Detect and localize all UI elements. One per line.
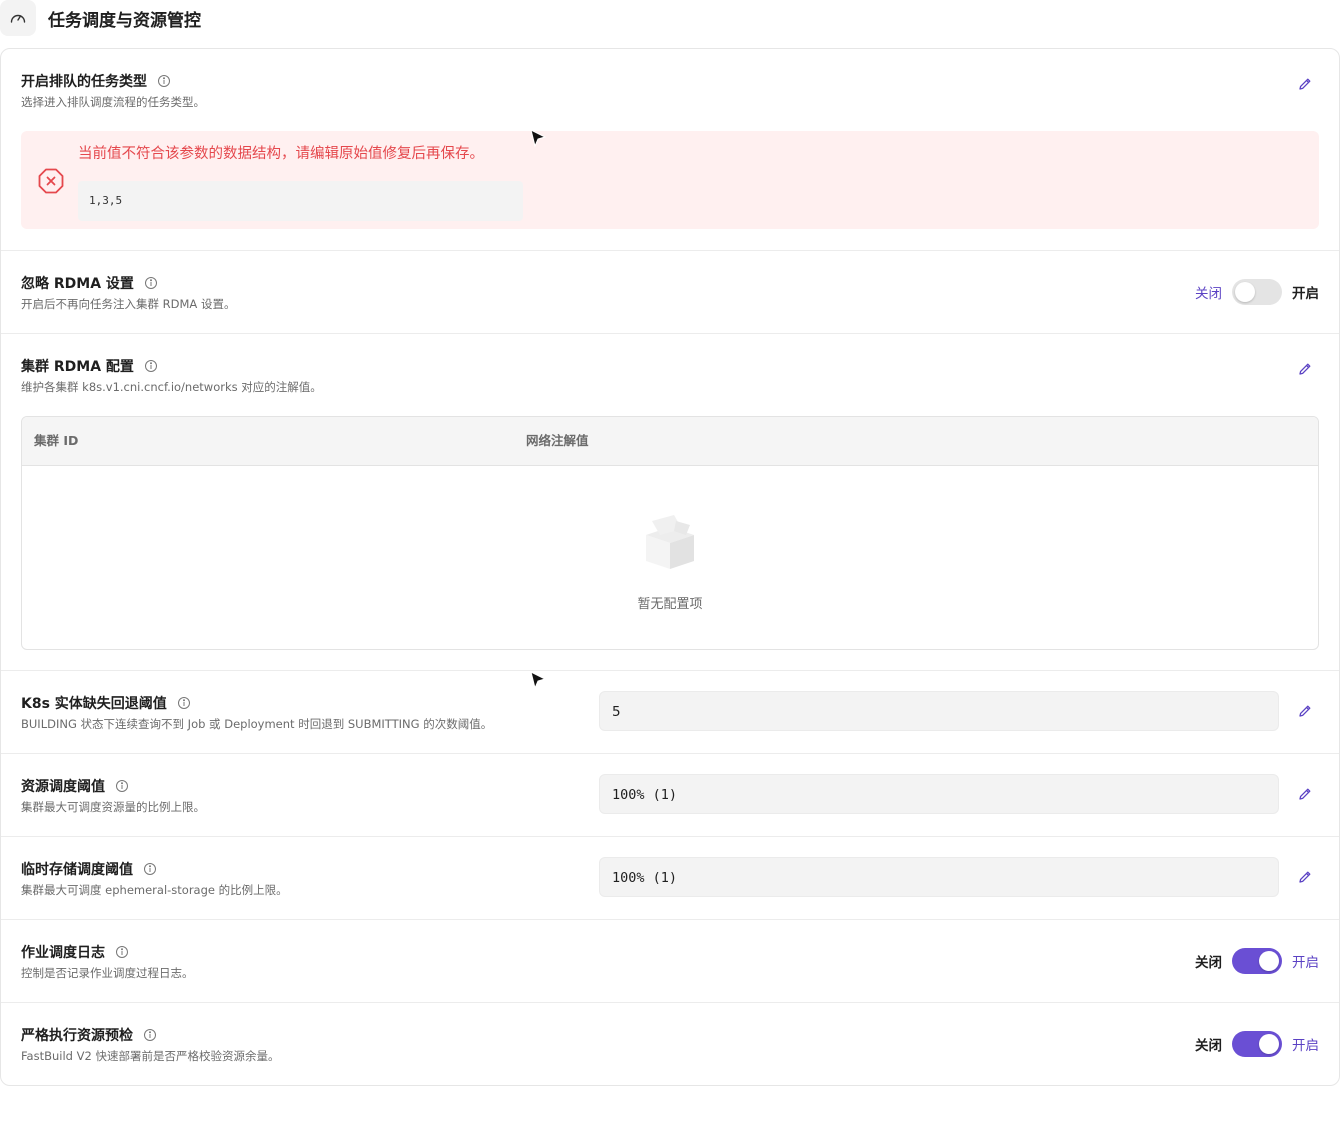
setting-title-text: 作业调度日志: [21, 945, 105, 961]
strict-precheck-switch[interactable]: [1232, 1031, 1282, 1057]
setting-description: FastBuild V2 快速部署前是否严格校验资源余量。: [21, 1049, 280, 1063]
setting-title: 严格执行资源预检: [21, 1025, 157, 1045]
ephemeral-threshold-value: 100% (1): [599, 857, 1279, 897]
settings-card: 开启排队的任务类型 选择进入排队调度流程的任务类型。 当前值不符合该参数的数据结…: [0, 48, 1340, 1086]
page-header: 任务调度与资源管控: [0, 0, 1340, 36]
setting-ignore-rdma: 忽略 RDMA 设置 开启后不再向任务注入集群 RDMA 设置。 关闭 开启: [1, 251, 1339, 334]
info-icon[interactable]: [143, 1028, 157, 1042]
job-log-switch[interactable]: [1232, 948, 1282, 974]
setting-description: 集群最大可调度 ephemeral-storage 的比例上限。: [21, 883, 288, 897]
setting-k8s-fallback: K8s 实体缺失回退阈值 BUILDING 状态下连续查询不到 Job 或 De…: [1, 671, 1339, 754]
switch-knob: [1259, 1034, 1279, 1054]
error-octagon-icon: [37, 167, 65, 199]
mouse-cursor-icon: [528, 670, 548, 690]
toggle-on-label[interactable]: 开启: [1292, 282, 1319, 302]
toggle-off-label[interactable]: 关闭: [1195, 282, 1222, 302]
setting-title: 集群 RDMA 配置: [21, 356, 158, 376]
info-icon[interactable]: [143, 862, 157, 876]
error-alert: 当前值不符合该参数的数据结构，请编辑原始值修复后再保存。 1,3,5: [21, 131, 1319, 229]
setting-title: K8s 实体缺失回退阈值: [21, 693, 191, 713]
empty-state-text: 暂无配置项: [637, 597, 703, 612]
edit-pencil-icon[interactable]: [1294, 866, 1316, 888]
setting-queue-task-types: 开启排队的任务类型 选择进入排队调度流程的任务类型。 当前值不符合该参数的数据结…: [1, 49, 1339, 251]
strict-precheck-toggle-group: 关闭 开启: [1195, 1031, 1319, 1057]
edit-pencil-icon[interactable]: [1294, 700, 1316, 722]
info-icon[interactable]: [177, 696, 191, 710]
setting-ephemeral-threshold: 临时存储调度阈值 集群最大可调度 ephemeral-storage 的比例上限…: [1, 837, 1339, 920]
table-header: 集群 ID 网络注解值: [22, 417, 1318, 466]
setting-resource-threshold: 资源调度阈值 集群最大可调度资源量的比例上限。 100% (1): [1, 754, 1339, 837]
setting-title: 作业调度日志: [21, 942, 129, 962]
toggle-on-label[interactable]: 开启: [1292, 951, 1319, 971]
ignore-rdma-toggle-group: 关闭 开启: [1195, 279, 1319, 305]
setting-description: 选择进入排队调度流程的任务类型。: [21, 95, 205, 109]
setting-title-text: 忽略 RDMA 设置: [21, 276, 134, 292]
column-header-cluster-id: 集群 ID: [34, 433, 79, 448]
toggle-on-label[interactable]: 开启: [1292, 1034, 1319, 1054]
page-title: 任务调度与资源管控: [48, 11, 201, 31]
setting-description: 开启后不再向任务注入集群 RDMA 设置。: [21, 297, 236, 311]
mouse-cursor-icon: [528, 128, 548, 148]
setting-strict-precheck: 严格执行资源预检 FastBuild V2 快速部署前是否严格校验资源余量。 关…: [1, 1003, 1339, 1085]
setting-job-log: 作业调度日志 控制是否记录作业调度过程日志。 关闭 开启: [1, 920, 1339, 1003]
toggle-off-label[interactable]: 关闭: [1195, 1034, 1222, 1054]
empty-box-icon: [638, 509, 702, 577]
info-icon[interactable]: [115, 945, 129, 959]
edit-pencil-icon[interactable]: [1294, 358, 1316, 380]
resource-threshold-value: 100% (1): [599, 774, 1279, 814]
switch-knob: [1259, 951, 1279, 971]
setting-description: 集群最大可调度资源量的比例上限。: [21, 800, 205, 814]
info-icon[interactable]: [144, 276, 158, 290]
setting-title-text: 集群 RDMA 配置: [21, 359, 134, 375]
raw-value-display: 1,3,5: [78, 181, 523, 221]
info-icon[interactable]: [144, 359, 158, 373]
setting-title: 忽略 RDMA 设置: [21, 273, 158, 293]
empty-state: 暂无配置项: [22, 465, 1318, 649]
k8s-fallback-value: 5: [599, 691, 1279, 731]
setting-title: 开启排队的任务类型: [21, 71, 171, 91]
toggle-off-label[interactable]: 关闭: [1195, 951, 1222, 971]
gauge-icon: [0, 0, 36, 36]
error-message: 当前值不符合该参数的数据结构，请编辑原始值修复后再保存。: [78, 146, 484, 162]
setting-title-text: 资源调度阈值: [21, 779, 105, 795]
setting-title-text: 严格执行资源预检: [21, 1028, 133, 1044]
setting-cluster-rdma: 集群 RDMA 配置 维护各集群 k8s.v1.cni.cncf.io/netw…: [1, 334, 1339, 671]
info-icon[interactable]: [157, 74, 171, 88]
setting-title-text: 开启排队的任务类型: [21, 74, 147, 90]
setting-description: 控制是否记录作业调度过程日志。: [21, 966, 194, 980]
setting-title: 资源调度阈值: [21, 776, 129, 796]
edit-pencil-icon[interactable]: [1294, 783, 1316, 805]
rdma-config-table: 集群 ID 网络注解值 暂无配置项: [21, 416, 1319, 650]
setting-title-text: K8s 实体缺失回退阈值: [21, 696, 167, 712]
job-log-toggle-group: 关闭 开启: [1195, 948, 1319, 974]
ignore-rdma-switch[interactable]: [1232, 279, 1282, 305]
switch-knob: [1235, 282, 1255, 302]
setting-title-text: 临时存储调度阈值: [21, 862, 133, 878]
setting-title: 临时存储调度阈值: [21, 859, 157, 879]
setting-description: 维护各集群 k8s.v1.cni.cncf.io/networks 对应的注解值…: [21, 380, 322, 394]
info-icon[interactable]: [115, 779, 129, 793]
column-header-network-annotation: 网络注解值: [526, 433, 589, 448]
setting-description: BUILDING 状态下连续查询不到 Job 或 Deployment 时回退到…: [21, 717, 493, 731]
edit-pencil-icon[interactable]: [1294, 73, 1316, 95]
